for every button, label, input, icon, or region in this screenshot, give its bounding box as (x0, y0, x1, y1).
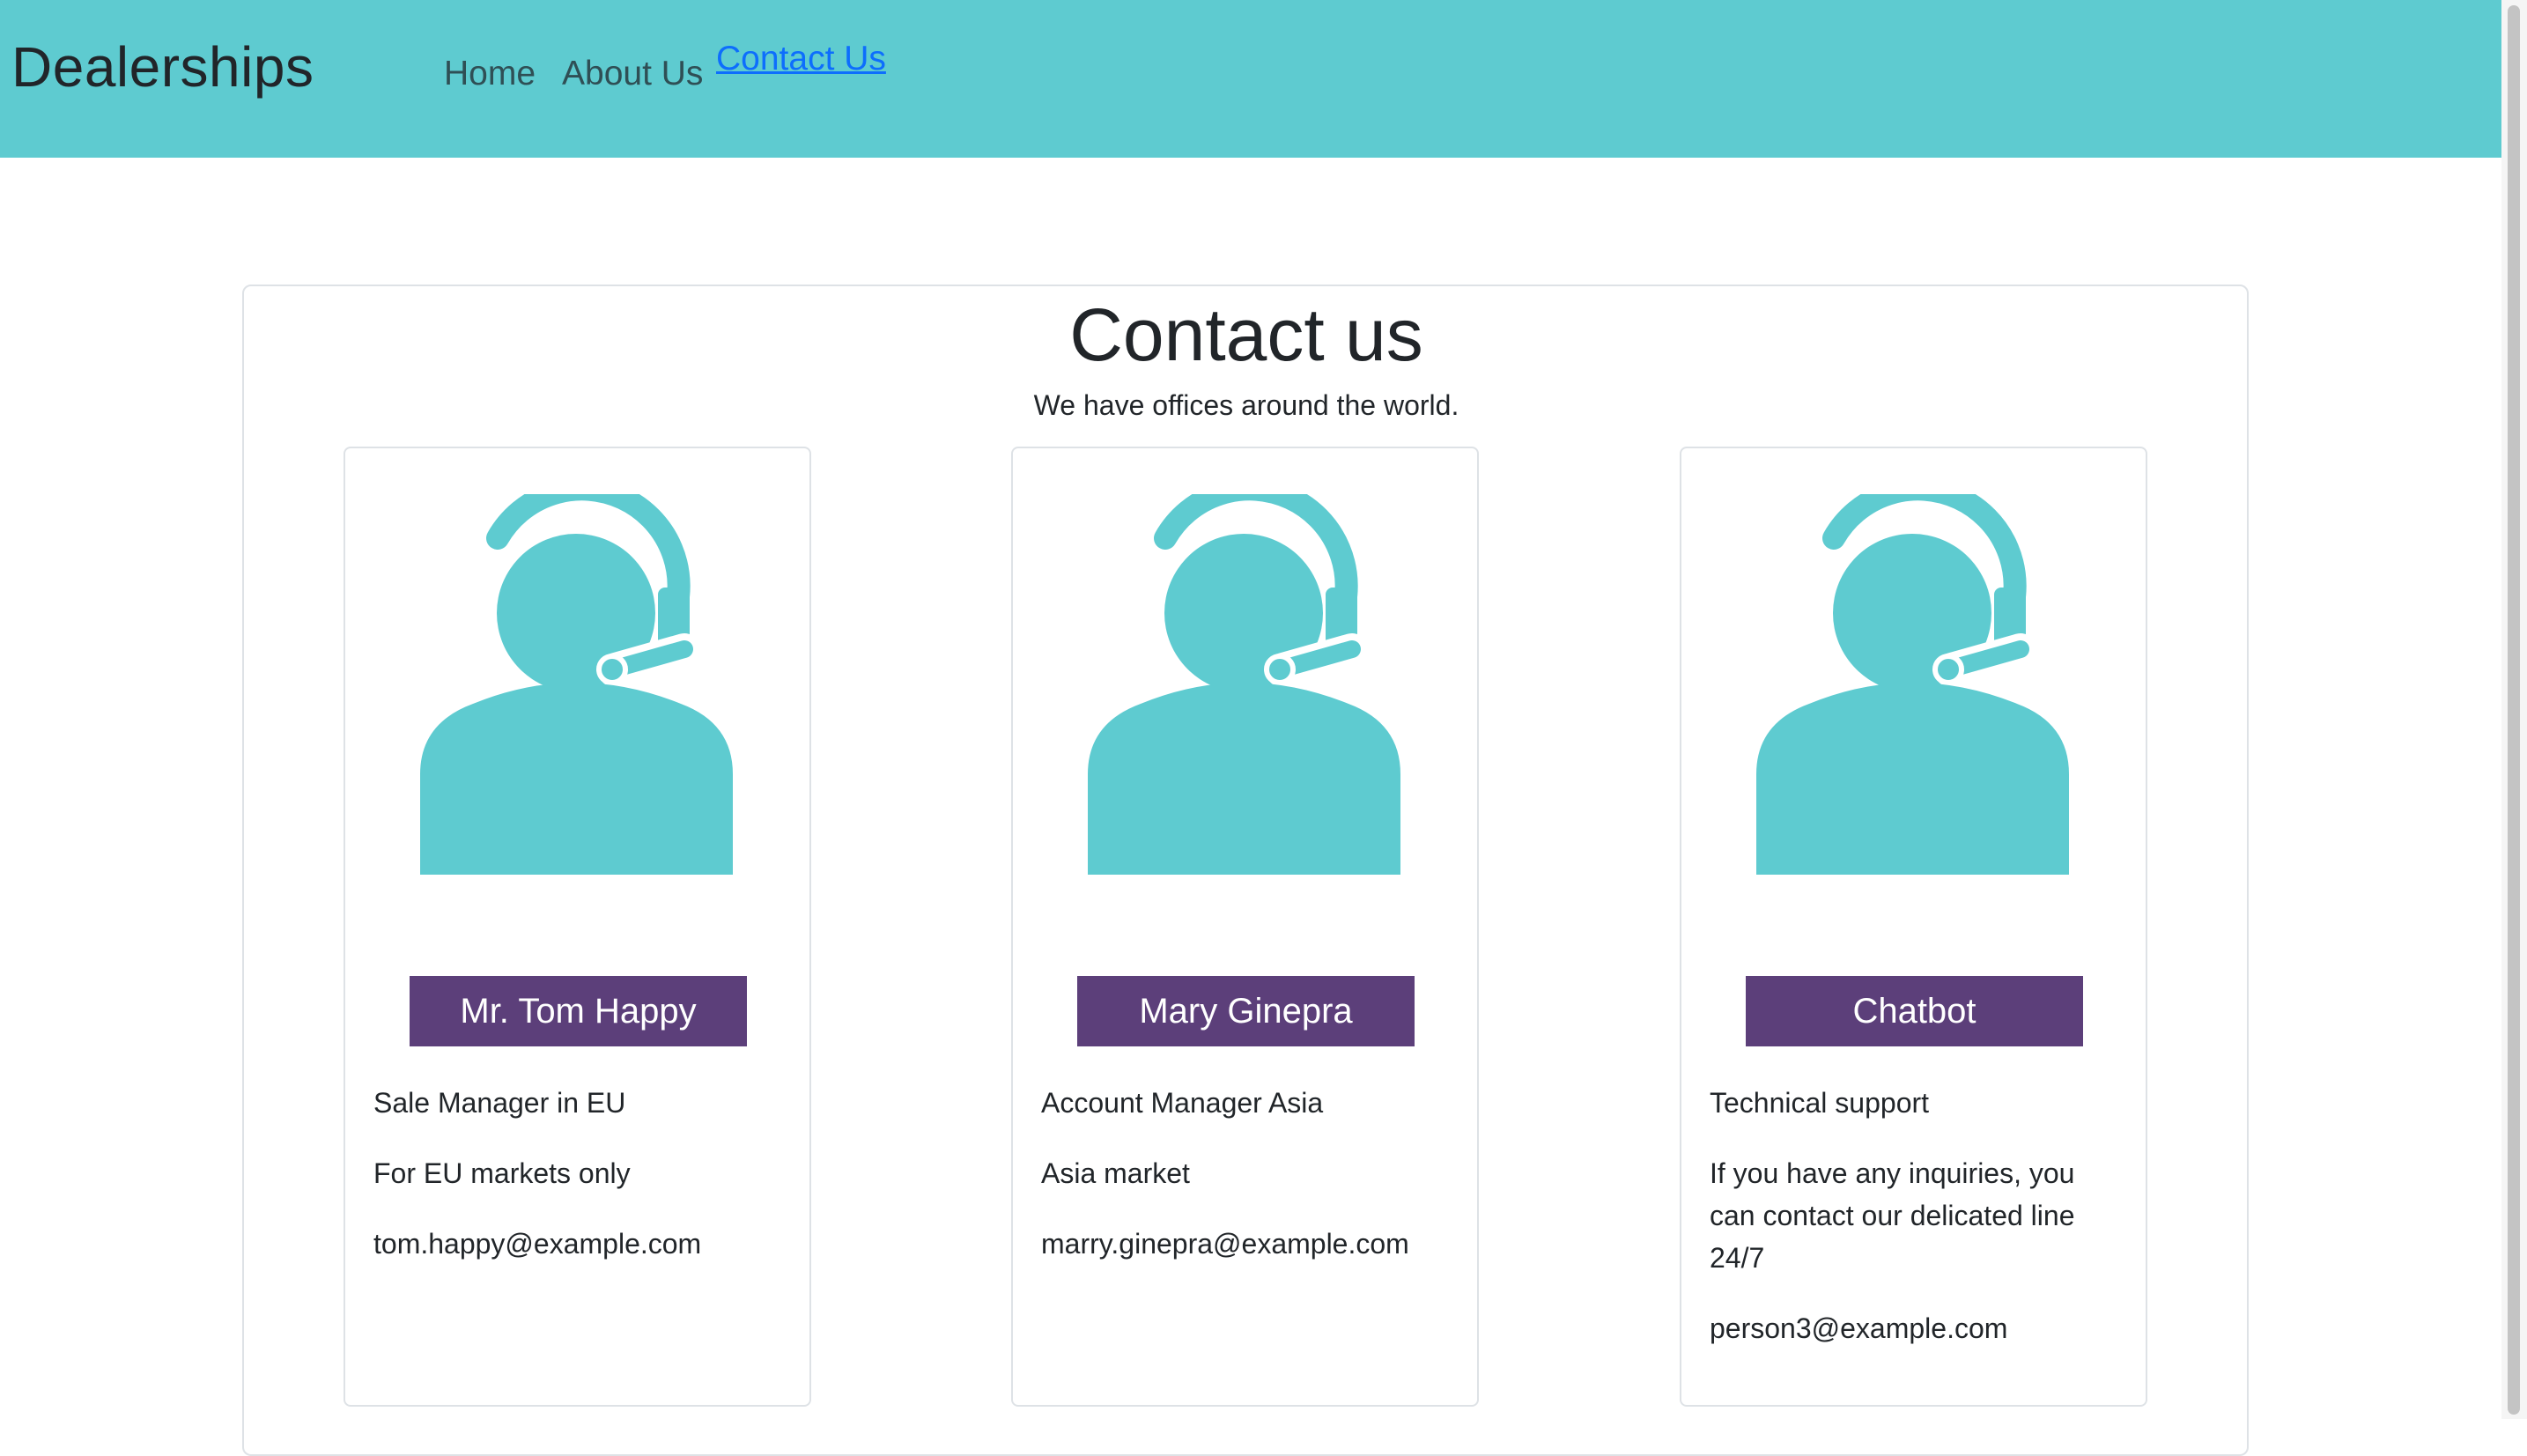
vertical-scrollbar[interactable] (2501, 0, 2527, 1419)
contact-card: Chatbot Technical support If you have an… (1680, 447, 2147, 1407)
contact-name-badge: Mr. Tom Happy (410, 976, 747, 1046)
contact-description: If you have any inquiries, you can conta… (1710, 1157, 2075, 1274)
page-title: Contact us (1069, 293, 1423, 376)
contact-email[interactable]: person3@example.com (1710, 1307, 2124, 1349)
contact-card: Mr. Tom Happy Sale Manager in EU For EU … (344, 447, 811, 1407)
contact-email[interactable]: tom.happy@example.com (373, 1223, 787, 1265)
contact-card: Mary Ginepra Account Manager Asia Asia m… (1011, 447, 1479, 1407)
contact-role: Technical support (1710, 1087, 1930, 1119)
contact-name-badge: Mary Ginepra (1077, 976, 1415, 1046)
scrollbar-thumb[interactable] (2508, 5, 2520, 1415)
navbar: Dealerships Home About Us Contact Us (0, 0, 2501, 158)
nav-home-link[interactable]: Home (444, 53, 536, 95)
contact-description: Asia market (1041, 1157, 1190, 1189)
headset-person-icon (1756, 494, 2069, 875)
contact-description: For EU markets only (373, 1157, 631, 1189)
headset-person-icon (1088, 494, 1400, 875)
contact-role: Account Manager Asia (1041, 1087, 1324, 1119)
headset-person-icon (420, 494, 733, 875)
nav-contact-link[interactable]: Contact Us (716, 38, 886, 80)
page-subtitle: We have offices around the world. (1033, 389, 1459, 421)
contact-email[interactable]: marry.ginepra@example.com (1041, 1223, 1455, 1265)
contact-name-badge: Chatbot (1746, 976, 2083, 1046)
brand-logo[interactable]: Dealerships (11, 32, 314, 102)
nav-about-link[interactable]: About Us (562, 53, 703, 95)
contact-role: Sale Manager in EU (373, 1087, 626, 1119)
